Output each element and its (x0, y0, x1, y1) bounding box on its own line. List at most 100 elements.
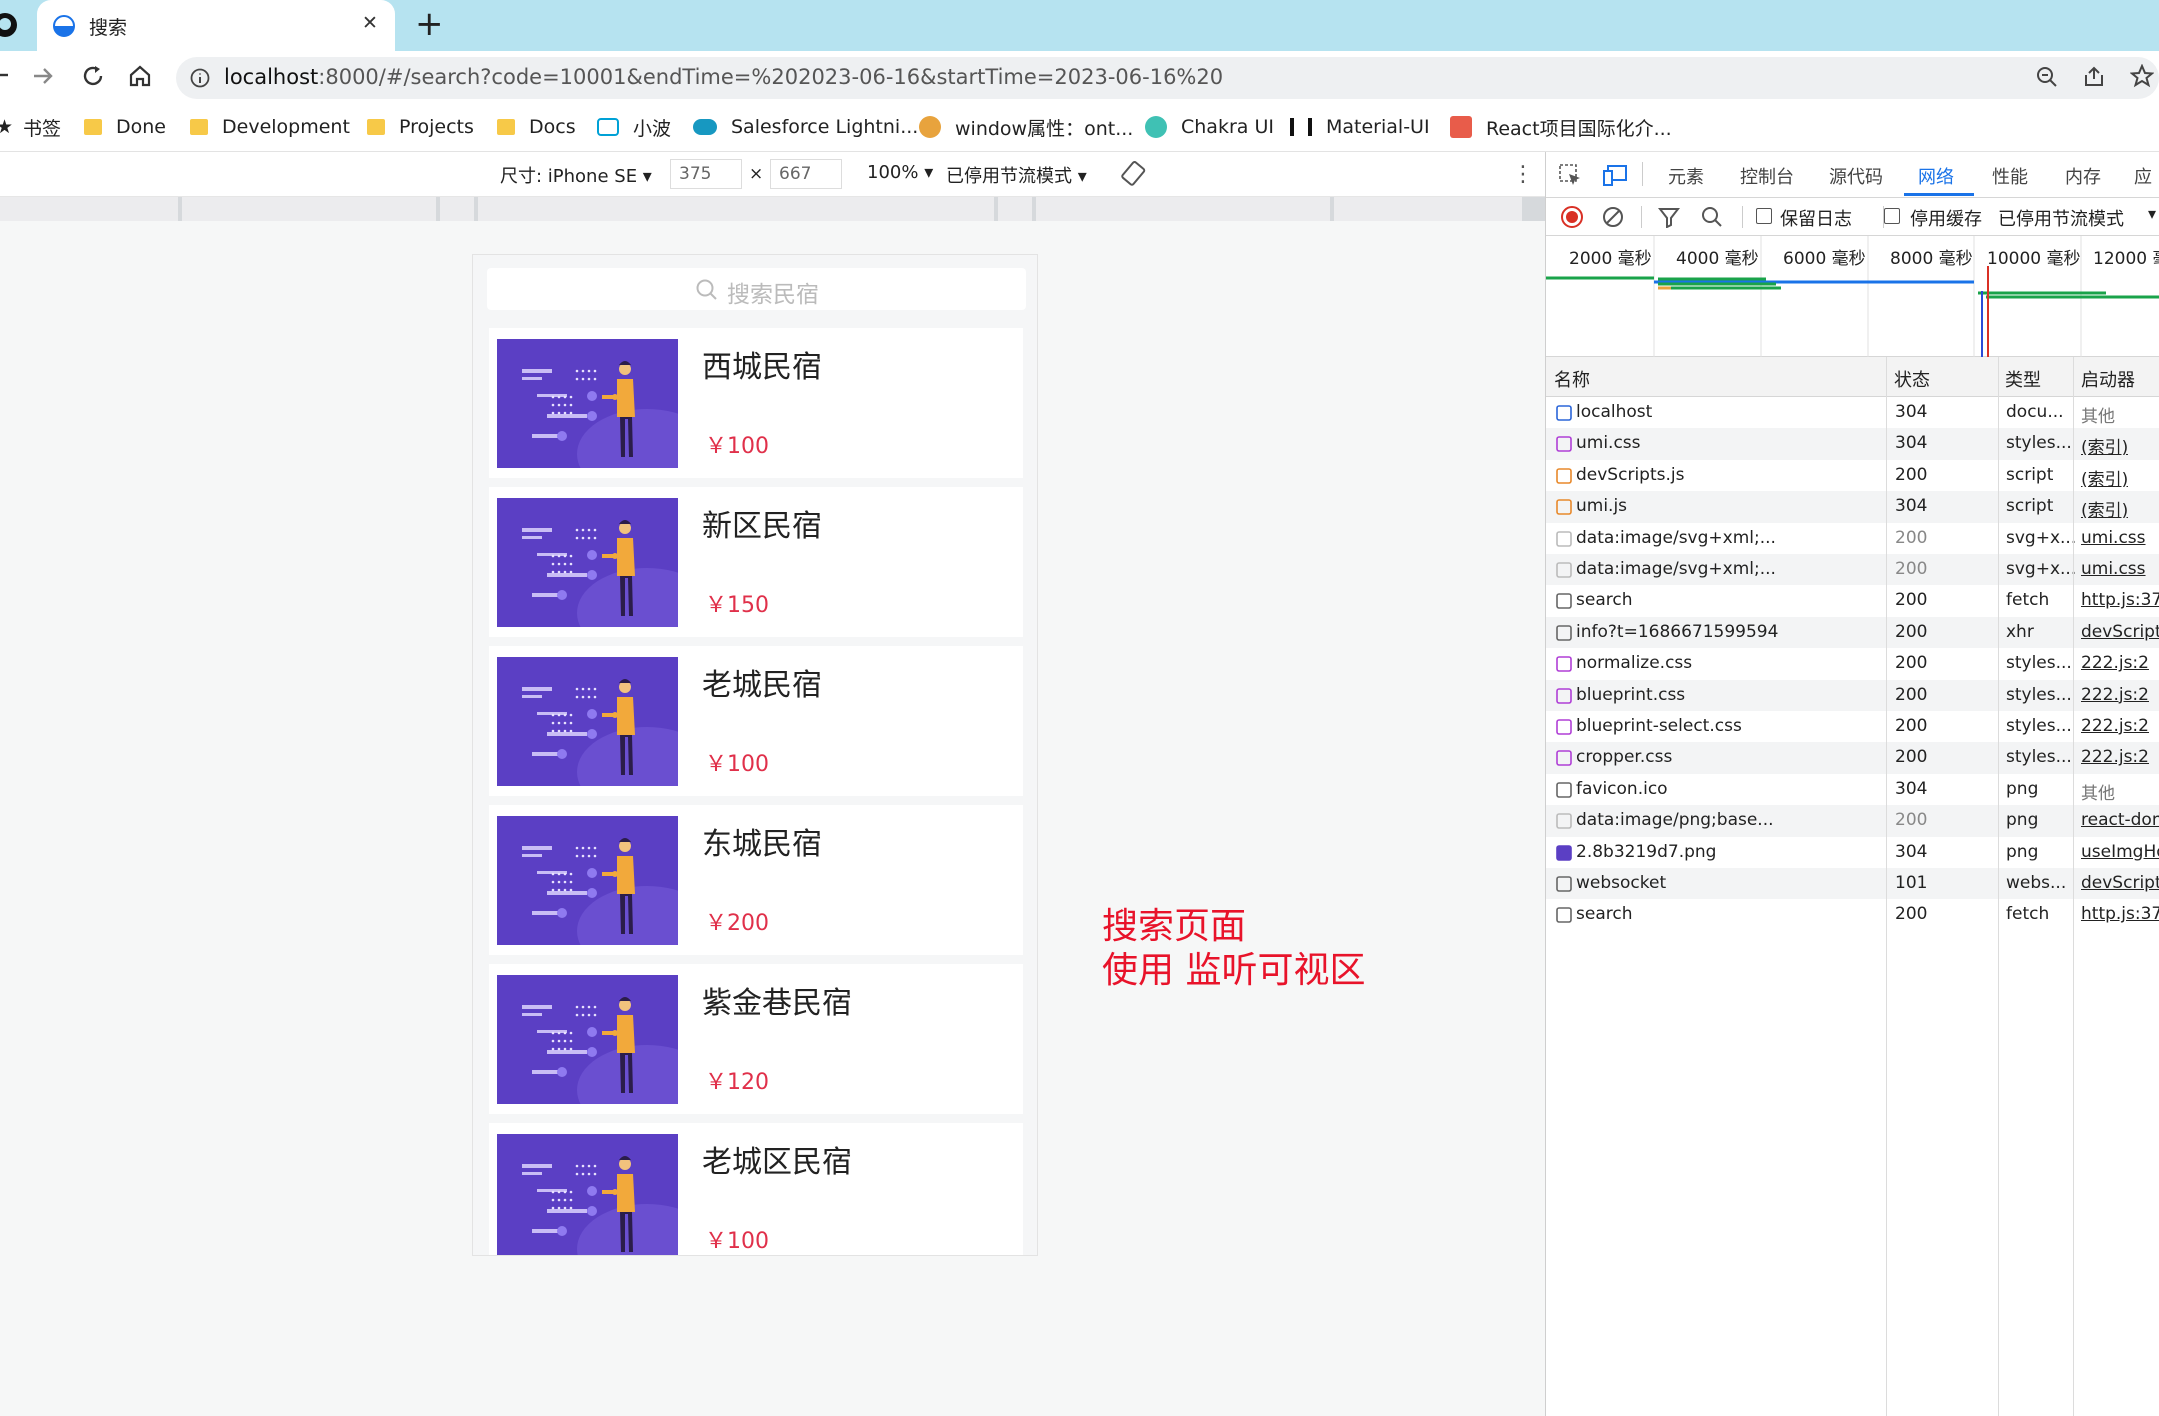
ruler-segment[interactable] (182, 197, 436, 221)
record-stop-icon[interactable] (1560, 205, 1584, 229)
request-initiator[interactable]: 222.js:2 (2081, 716, 2149, 736)
request-initiator[interactable]: umi.css (2081, 528, 2146, 548)
tab-network[interactable]: 网络 (1918, 163, 1954, 189)
tab-application[interactable]: 应 (2134, 163, 2152, 189)
request-row[interactable]: umi.css 304 styles... (索引) (1546, 428, 2159, 460)
caret-down-icon[interactable]: ▾ (2148, 204, 2156, 223)
listing-card[interactable]: 紫金巷民宿 ￥120 (489, 964, 1023, 1114)
request-initiator[interactable]: http.js:37 (2081, 904, 2159, 924)
ruler-segment[interactable] (998, 197, 1032, 221)
tab-elements[interactable]: 元素 (1668, 163, 1704, 189)
request-row[interactable]: data:image/png;base... 200 png react-dom (1546, 805, 2159, 837)
share-icon[interactable] (2082, 65, 2106, 89)
search-network-icon[interactable] (1700, 205, 1724, 229)
request-initiator[interactable]: http.js:37 (2081, 590, 2159, 610)
more-options-icon[interactable]: ⋮ (1512, 162, 1534, 187)
bookmark-window[interactable]: window属性：ont... (919, 115, 1133, 140)
device-select[interactable]: 尺寸: iPhone SE ▾ (500, 162, 652, 188)
column-divider[interactable] (1886, 357, 1887, 1416)
clear-icon[interactable] (1601, 205, 1625, 229)
request-row[interactable]: localhost 304 docu... 其他 (1546, 397, 2159, 429)
bookmark-all[interactable]: ★ 书签 (0, 115, 61, 140)
preserve-log-checkbox[interactable] (1756, 208, 1772, 224)
request-initiator[interactable]: (索引) (2081, 433, 2128, 458)
request-initiator[interactable]: (索引) (2081, 496, 2128, 521)
ruler-segment[interactable] (1334, 197, 1522, 221)
request-row[interactable]: search 200 fetch http.js:37 (1546, 899, 2159, 931)
address-bar[interactable]: localhost:8000/#/search?code=10001&endTi… (176, 57, 2159, 99)
request-row[interactable]: websocket 101 webs... devScripts (1546, 868, 2159, 900)
filter-icon[interactable] (1658, 206, 1680, 228)
request-row[interactable]: blueprint-select.css 200 styles... 222.js:2 (1546, 711, 2159, 743)
home-icon[interactable] (128, 64, 152, 88)
request-initiator[interactable]: 222.js:2 (2081, 653, 2149, 673)
request-initiator[interactable]: devScripts (2081, 622, 2159, 642)
ruler-segment[interactable] (1036, 197, 1330, 221)
request-row[interactable]: umi.js 304 script (索引) (1546, 491, 2159, 523)
zoom-select[interactable]: 100% ▾ (867, 162, 933, 183)
bookmark-react-i18n[interactable]: React项目国际化介... (1450, 115, 1672, 140)
request-row[interactable]: favicon.ico 304 png 其他 (1546, 773, 2159, 806)
bookmark-salesforce[interactable]: Salesforce Lightni... (693, 115, 918, 139)
bookmark-projects[interactable]: Projects (367, 115, 474, 139)
request-row[interactable]: data:image/svg+xml;... 200 svg+x... umi.css (1546, 522, 2159, 554)
disable-cache-checkbox[interactable] (1884, 208, 1900, 224)
request-initiator[interactable]: devScripts (2081, 873, 2159, 893)
column-header-name[interactable]: 名称 (1554, 366, 1590, 392)
width-input[interactable]: 375 (670, 159, 742, 189)
request-row[interactable]: data:image/svg+xml;... 200 svg+x... umi.css (1546, 554, 2159, 586)
new-tab-button[interactable]: + (415, 4, 444, 44)
request-initiator[interactable]: useImgHo (2081, 842, 2159, 862)
request-row[interactable]: cropper.css 200 styles... 222.js:2 (1546, 742, 2159, 774)
throttle-select[interactable]: 已停用节流模式 ▾ (946, 162, 1087, 188)
listing-card[interactable]: 西城民宿 ￥100 (489, 328, 1023, 478)
search-input[interactable]: 搜索民宿 (487, 268, 1026, 310)
network-throttle-select[interactable]: 已停用节流模式 (1998, 205, 2124, 231)
request-row[interactable]: devScripts.js 200 script (索引) (1546, 459, 2159, 492)
inspect-element-icon[interactable] (1558, 163, 1582, 187)
request-row[interactable]: search 200 fetch http.js:37 (1546, 585, 2159, 617)
bookmark-material[interactable]: Material-UI (1290, 115, 1430, 139)
column-header-type[interactable]: 类型 (2005, 366, 2041, 392)
listing-card[interactable]: 老城民宿 ￥100 (489, 646, 1023, 796)
request-initiator[interactable]: 222.js:2 (2081, 747, 2149, 767)
request-row[interactable]: 2.8b3219d7.png 304 png useImgHo (1546, 836, 2159, 868)
bookmark-done[interactable]: Done (84, 115, 166, 139)
tab-console[interactable]: 控制台 (1740, 163, 1794, 189)
bookmark-xiaobo[interactable]: 小波 (597, 115, 671, 140)
ruler-segment[interactable] (440, 197, 474, 221)
bookmark-star-icon[interactable] (2130, 64, 2154, 88)
site-info-icon[interactable] (190, 68, 210, 88)
height-input[interactable]: 667 (770, 159, 842, 189)
tab-sources[interactable]: 源代码 (1829, 163, 1883, 189)
column-header-status[interactable]: 状态 (1894, 366, 1930, 392)
forward-icon[interactable] (32, 66, 54, 86)
column-divider[interactable] (2073, 357, 2074, 1416)
browser-tab-search[interactable]: 搜索 ✕ (37, 0, 395, 51)
request-initiator[interactable]: umi.css (2081, 559, 2146, 579)
reload-icon[interactable] (81, 64, 105, 88)
request-initiator[interactable]: (索引) (2081, 465, 2128, 490)
request-row[interactable]: blueprint.css 200 styles... 222.js:2 (1546, 679, 2159, 711)
tab-performance[interactable]: 性能 (1992, 163, 2028, 189)
github-icon[interactable] (0, 12, 18, 38)
bookmark-chakra[interactable]: Chakra UI (1145, 115, 1274, 139)
request-initiator[interactable]: 222.js:2 (2081, 685, 2149, 705)
request-initiator[interactable]: react-dom (2081, 810, 2159, 830)
bookmark-docs[interactable]: Docs (497, 115, 576, 139)
zoom-icon[interactable] (2035, 65, 2059, 89)
request-row[interactable]: normalize.css 200 styles... 222.js:2 (1546, 648, 2159, 680)
listing-card[interactable]: 东城民宿 ￥200 (489, 805, 1023, 955)
tab-memory[interactable]: 内存 (2065, 163, 2101, 189)
tab-close-icon[interactable]: ✕ (362, 12, 378, 34)
listing-card[interactable]: 新区民宿 ￥150 (489, 487, 1023, 637)
rotate-icon[interactable] (1120, 160, 1148, 188)
back-icon[interactable] (0, 67, 10, 83)
bookmark-development[interactable]: Development (190, 115, 350, 139)
ruler-segment[interactable] (0, 197, 178, 221)
ruler-segment[interactable] (478, 197, 994, 221)
listing-card[interactable]: 老城区民宿 ￥100 (489, 1123, 1023, 1255)
column-header-initiator[interactable]: 启动器 (2081, 366, 2135, 392)
column-divider[interactable] (1998, 357, 1999, 1416)
device-toggle-icon[interactable] (1602, 163, 1628, 187)
